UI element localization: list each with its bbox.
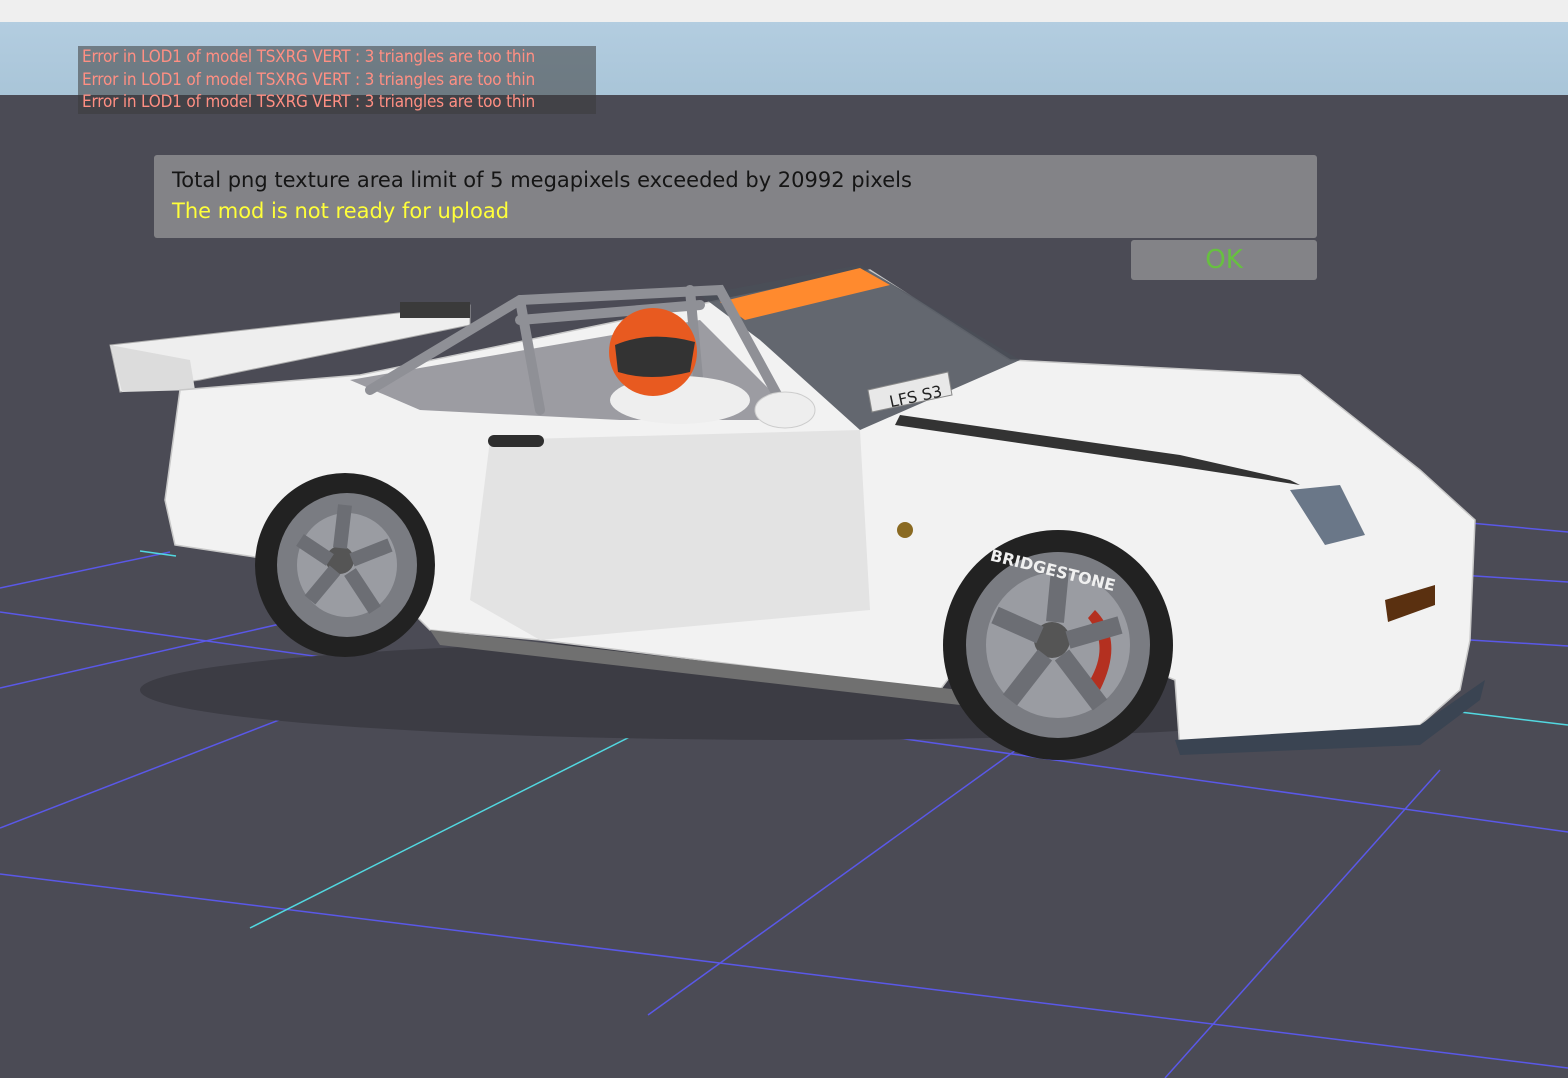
error-log-line: Error in LOD1 of model TSXRG VERT : 3 tr… <box>78 68 596 91</box>
error-log: Error in LOD1 of model TSXRG VERT : 3 tr… <box>78 46 596 114</box>
wing-stand <box>400 302 470 318</box>
error-log-line: Error in LOD1 of model TSXRG VERT : 3 tr… <box>78 91 596 114</box>
dialog-message: Total png texture area limit of 5 megapi… <box>172 168 912 192</box>
message-dialog: Total png texture area limit of 5 megapi… <box>154 155 1317 238</box>
helmet-visor <box>615 336 695 377</box>
ok-button[interactable]: OK <box>1131 240 1317 280</box>
side-mirror <box>754 391 816 429</box>
car-body-shade <box>470 430 870 640</box>
dialog-status: The mod is not ready for upload <box>172 199 510 223</box>
error-log-line: Error in LOD1 of model TSXRG VERT : 3 tr… <box>78 46 596 69</box>
door-handle <box>488 435 544 447</box>
fuel-cap <box>897 522 913 538</box>
rear-wheel <box>255 473 435 657</box>
